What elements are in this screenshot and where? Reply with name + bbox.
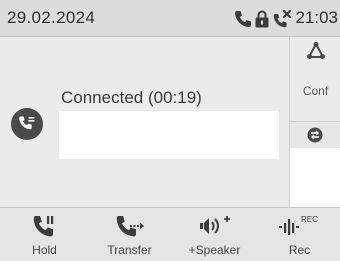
hold-icon bbox=[2, 213, 87, 239]
speaker-button[interactable]: +Speaker bbox=[172, 208, 257, 261]
conference-button[interactable]: Conf bbox=[290, 37, 340, 121]
missed-call-icon bbox=[272, 9, 292, 29]
status-time: 21:03 bbox=[295, 8, 338, 27]
record-label: Rec bbox=[288, 243, 311, 257]
speaker-icon bbox=[172, 213, 257, 239]
softkey-bar: Hold Transfer +Speaker REC Rec bbox=[0, 207, 340, 261]
hold-button[interactable]: Hold bbox=[2, 208, 87, 261]
transfer-icon bbox=[87, 213, 172, 239]
side-panel: Conf bbox=[289, 37, 340, 208]
hold-label: Hold bbox=[32, 243, 57, 257]
call-panel[interactable]: Connected (00:19) bbox=[0, 37, 289, 207]
status-date: 29.02.2024 bbox=[7, 8, 96, 27]
record-icon: REC bbox=[257, 213, 340, 239]
caller-info-box bbox=[59, 111, 279, 159]
speaker-label: +Speaker bbox=[188, 243, 241, 257]
conference-icon bbox=[307, 41, 325, 59]
lock-icon bbox=[252, 9, 272, 29]
swap-icon bbox=[307, 127, 323, 143]
main-area: Connected (00:19) Conf bbox=[0, 37, 340, 208]
transfer-label: Transfer bbox=[107, 243, 152, 257]
swap-header bbox=[290, 122, 340, 148]
phone-icon bbox=[233, 9, 253, 29]
svg-text:REC: REC bbox=[301, 215, 318, 224]
transfer-button[interactable]: Transfer bbox=[87, 208, 172, 261]
phone-screen: 29.02.2024 21:03 Connected (00:19) Conf … bbox=[0, 0, 340, 261]
call-hold-avatar-icon bbox=[11, 108, 43, 140]
record-button[interactable]: REC Rec bbox=[257, 208, 340, 261]
swap-button[interactable] bbox=[290, 121, 340, 208]
status-bar: 29.02.2024 21:03 bbox=[0, 0, 340, 37]
call-status: Connected (00:19) bbox=[61, 88, 202, 107]
conference-label: Conf bbox=[302, 84, 329, 98]
